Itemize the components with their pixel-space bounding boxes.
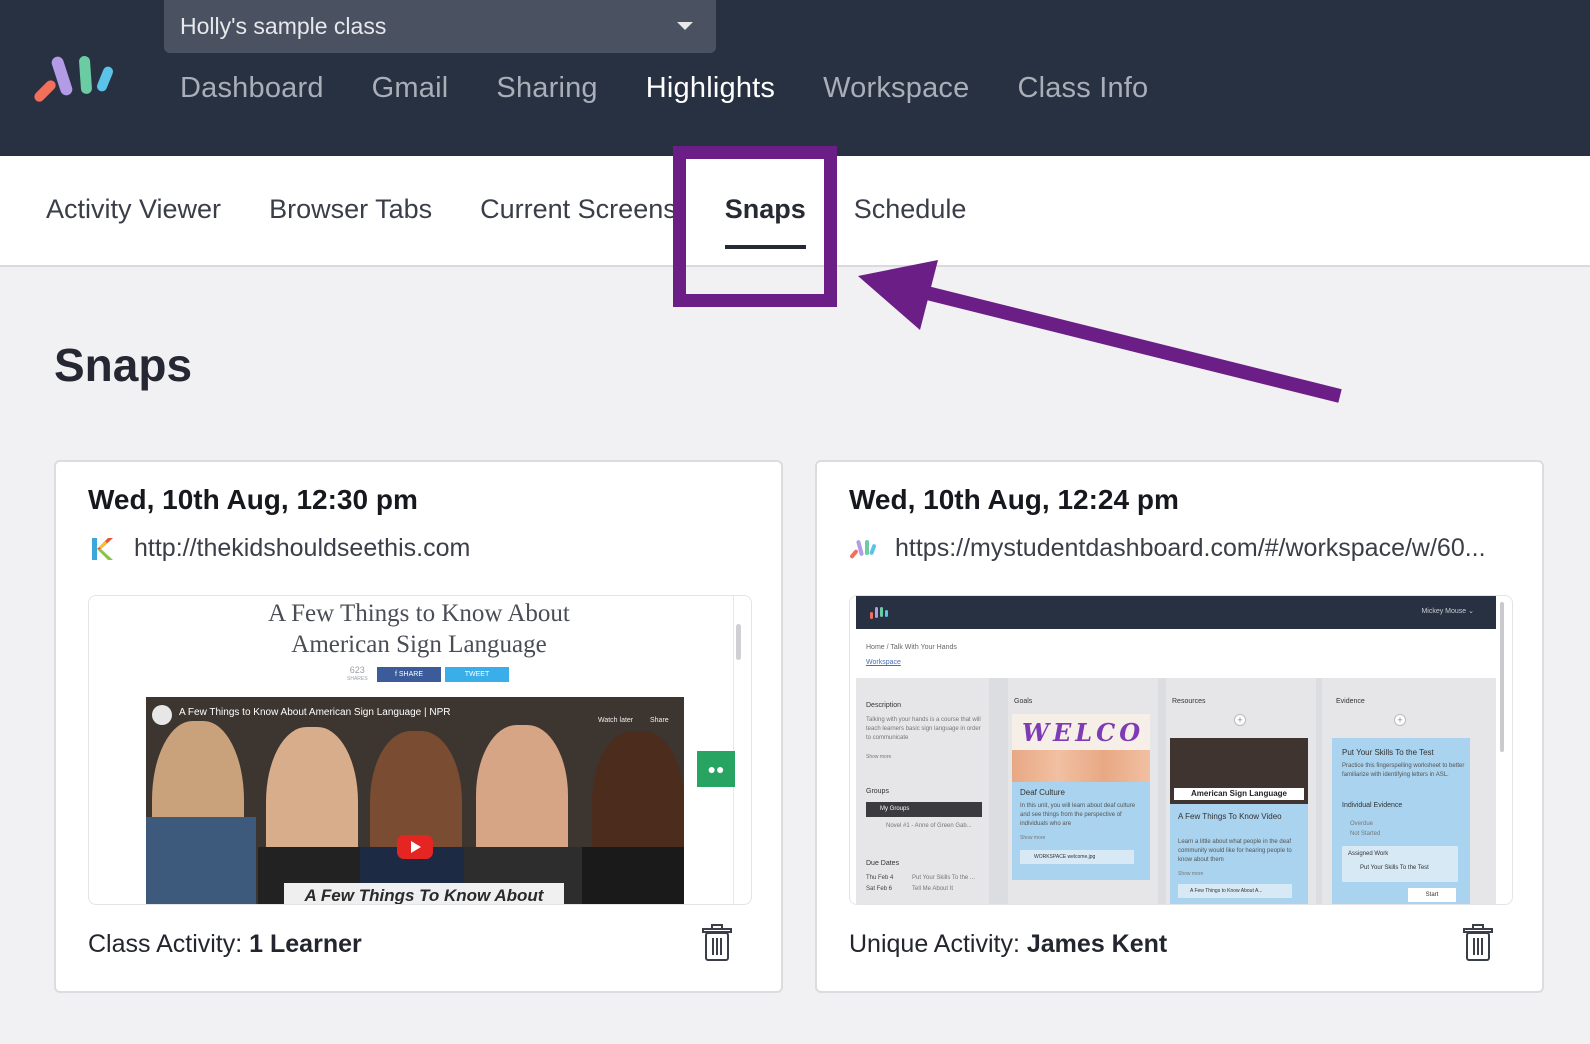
- mini-breadcrumb: Home / Talk With Your Hands: [866, 644, 957, 651]
- class-selector-dropdown[interactable]: Holly's sample class: [164, 0, 716, 53]
- mini-top-bar: Mickey Mouse ⌄: [856, 596, 1496, 629]
- snap-activity-footer: Class Activity: 1 Learner: [88, 930, 362, 959]
- trash-icon[interactable]: [1462, 924, 1494, 962]
- app-logo-icon[interactable]: [34, 50, 120, 104]
- group-icon: ●●: [697, 751, 735, 787]
- video-embed: A Few Things to Know About American Sign…: [146, 697, 684, 904]
- scrollbar: [1500, 602, 1504, 752]
- snap-date: Wed, 10th Aug, 12:24 pm: [849, 484, 1179, 515]
- tab-current-screens[interactable]: Current Screens: [480, 194, 677, 225]
- annotation-highlight-box: [673, 146, 837, 307]
- watch-later-label: Watch later: [598, 717, 634, 724]
- mini-logo-icon: [870, 607, 888, 619]
- snap-card: Wed, 10th Aug, 12:30 pm http://thekidsho…: [54, 460, 783, 993]
- class-selector-label: Holly's sample class: [180, 13, 387, 39]
- mini-user-menu: Mickey Mouse ⌄: [1421, 608, 1474, 615]
- tab-schedule[interactable]: Schedule: [854, 194, 967, 225]
- article-title: A Few Things to Know About American Sign…: [268, 600, 570, 658]
- activity-value: 1 Learner: [249, 930, 362, 958]
- snap-activity-footer: Unique Activity: James Kent: [849, 930, 1167, 959]
- npr-channel-icon: [152, 705, 172, 725]
- video-caption: A Few Things To Know About: [284, 883, 564, 904]
- activity-value: James Kent: [1026, 930, 1168, 958]
- nav-dashboard[interactable]: Dashboard: [180, 72, 324, 105]
- tweet-button: TWEET: [445, 667, 509, 682]
- mini-sidebar: Description Talking with your hands is a…: [856, 678, 989, 904]
- share-count: 623 SHARES: [347, 665, 368, 683]
- mini-resources-column: Resources + American Sign Language A Few…: [1166, 678, 1316, 904]
- snap-url[interactable]: https://mystudentdashboard.com/#/workspa…: [895, 534, 1486, 563]
- trash-icon[interactable]: [701, 924, 733, 962]
- main-navigation: Dashboard Gmail Sharing Highlights Works…: [180, 72, 1196, 105]
- video-title: A Few Things to Know About American Sign…: [179, 707, 451, 718]
- mystudentdashboard-logo-icon: [850, 539, 877, 558]
- nav-workspace[interactable]: Workspace: [823, 72, 969, 105]
- snap-date: Wed, 10th Aug, 12:30 pm: [88, 484, 418, 515]
- mini-goals-column: Goals WELCO Deaf Culture In this unit, y…: [1008, 678, 1158, 904]
- snap-url[interactable]: http://thekidshouldseethis.com: [134, 534, 470, 563]
- mini-workspace-body: Description Talking with your hands is a…: [856, 678, 1496, 904]
- scrollbar: [736, 624, 741, 660]
- snap-screenshot-thumbnail[interactable]: Mickey Mouse ⌄ Home / Talk With Your Han…: [849, 595, 1513, 905]
- snap-screenshot-thumbnail[interactable]: A Few Things to Know About American Sign…: [88, 595, 752, 905]
- top-navigation-bar: Holly's sample class Dashboard Gmail Sha…: [0, 0, 1590, 156]
- kidshouldseethis-logo-icon: [92, 537, 113, 560]
- share-label: Share: [650, 717, 669, 724]
- chevron-down-icon: [677, 22, 693, 30]
- tab-activity-viewer[interactable]: Activity Viewer: [46, 194, 221, 225]
- tab-browser-tabs[interactable]: Browser Tabs: [269, 194, 432, 225]
- activity-label: Unique Activity:: [849, 930, 1020, 958]
- nav-highlights[interactable]: Highlights: [646, 72, 775, 105]
- nav-class-info[interactable]: Class Info: [1017, 72, 1148, 105]
- mini-breadcrumb-link: Workspace: [866, 659, 901, 666]
- page-title: Snaps: [54, 339, 193, 391]
- snap-card: Wed, 10th Aug, 12:24 pm https://mystuden…: [815, 460, 1544, 993]
- nav-gmail[interactable]: Gmail: [372, 72, 449, 105]
- play-icon: [397, 835, 433, 859]
- facebook-share-button: f SHARE: [377, 667, 441, 682]
- nav-sharing[interactable]: Sharing: [496, 72, 597, 105]
- activity-label: Class Activity:: [88, 930, 243, 958]
- mini-evidence-column: Evidence + Put Your Skills To the Test P…: [1322, 678, 1496, 904]
